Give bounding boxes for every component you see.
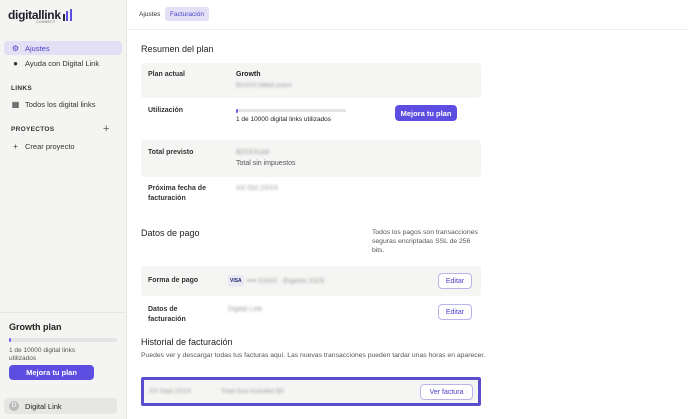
history-title: Historial de facturación [141,337,233,347]
plan-usage-fill [9,338,11,342]
logo-subtitle: CONNECT [36,20,56,24]
edit-payment-button[interactable]: Editar [438,273,472,289]
upgrade-plan-button[interactable]: Mejora tu plan [9,365,94,380]
plan-usage-text: 1 de 10000 digital links utilizados [9,347,76,362]
plan-value: Growth [236,71,261,78]
usage-label: Utilización [148,107,184,114]
sidebar-item-label: Ayuda con Digital Link [25,58,100,68]
logo-mark-icon [62,9,72,21]
plan-summary-title: Resumen del plan [141,44,214,54]
next-date-value: XX Oct 2XXX [236,185,279,192]
sidebar-item-label: Ajustes [25,43,50,53]
links-heading: LINKS [11,85,32,92]
next-date-row: Próxima fecha de facturación XX Oct 2XXX [141,179,481,211]
logo[interactable]: digitallink CONNECT [8,9,72,24]
tab-ajustes[interactable]: Ajustes [134,7,165,21]
payment-method-label: Forma de pago [148,277,199,284]
usage-bar [236,109,346,113]
invoice-row: XX Sept 2XXX Total Due included $X Ver f… [141,377,481,406]
secure-note: Todos los pagos son transacciones segura… [372,229,478,254]
payment-title: Datos de pago [141,228,200,238]
sidebar-item-label: Todos los digital links [25,99,96,109]
billing-data-label: Datos de facturación [148,306,186,323]
sidebar-item-ajustes[interactable]: ⚙ Ajustes [4,41,122,55]
sidebar: digitallink CONNECT ⚙ Ajustes ● Ayuda co… [0,0,127,419]
card-masked: •••• XXXX · Expires XX/X [246,277,325,285]
next-date-label: Próxima fecha de facturación [148,185,206,202]
card-info: VISA •••• XXXX · Expires XX/X [228,275,325,287]
list-icon: ▦ [11,99,20,109]
total-label: Total previsto [148,149,194,156]
upgrade-plan-button-main[interactable]: Mejora tu plan [395,105,457,121]
total-row: Total previsto $2XXXusd Total sin impues… [141,140,481,177]
user-menu[interactable]: D Digital Link [4,398,117,414]
add-project-icon[interactable]: + [103,123,109,135]
payment-method-row: Forma de pago VISA •••• XXXX · Expires XX… [141,266,481,296]
projects-heading: PROYECTOS [11,126,55,133]
usage-bar-fill [236,109,238,113]
user-name: Digital Link [25,401,62,411]
plan-billing-sub: $XXXX billed users [236,82,292,89]
usage-text: 1 de 10000 digital links utilizados [236,116,332,123]
sidebar-item-all-links[interactable]: ▦ Todos los digital links [4,97,122,111]
sidebar-item-help[interactable]: ● Ayuda con Digital Link [4,56,122,70]
invoice-date: XX Sept 2XXX [149,388,192,395]
plan-row: Plan actual Growth $XXXX billed users [141,63,481,98]
usage-row: Utilización 1 de 10000 digital links uti… [141,98,481,138]
create-project-button[interactable]: + Crear proyecto [4,139,122,153]
billing-data-value: Digital Link [228,306,263,313]
plan-usage-bar [9,338,117,342]
tab-facturacion[interactable]: Facturación [165,7,209,21]
plan-label: Plan actual [148,71,185,78]
history-description: Puedes ver y descargar todas tus factura… [141,352,486,359]
create-project-label: Crear proyecto [25,141,75,151]
total-value: $2XXXusd [236,149,270,156]
plan-title: Growth plan [9,322,62,332]
plus-icon: + [13,141,18,151]
edit-billing-button[interactable]: Editar [438,304,472,320]
gear-icon: ⚙ [11,43,20,53]
topbar: Ajustes Facturación [128,0,688,30]
invoice-amount: Total Due included $X [221,388,285,395]
billing-data-row: Datos de facturación Digital Link Editar [141,299,481,329]
help-icon: ● [13,58,18,68]
visa-icon: VISA [228,275,244,287]
plan-box: Growth plan 1 de 10000 digital links uti… [0,312,127,392]
view-invoice-button[interactable]: Ver factura [420,384,473,400]
avatar: D [9,401,19,411]
total-sub: Total sin impuestos [236,160,296,167]
